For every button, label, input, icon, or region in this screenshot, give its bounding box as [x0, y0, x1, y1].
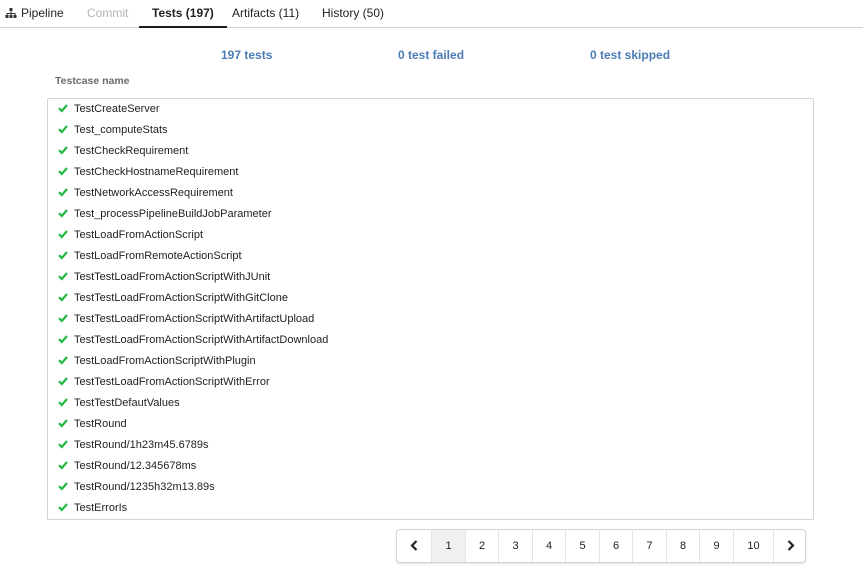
check-icon — [58, 502, 68, 512]
testcase-name: TestCheckRequirement — [74, 145, 189, 157]
check-icon — [58, 376, 68, 386]
total-tests-stat[interactable]: 197 tests — [221, 48, 272, 62]
testcase-row[interactable]: TestNetworkAccessRequirement — [58, 183, 233, 204]
check-icon — [58, 418, 68, 428]
check-icon — [58, 292, 68, 302]
testcase-name: TestTestLoadFromActionScriptWithArtifact… — [74, 313, 315, 325]
page-button-1[interactable]: 1 — [431, 530, 465, 562]
check-icon — [58, 229, 68, 239]
testcase-row[interactable]: TestErrorIs — [58, 498, 127, 519]
sitemap-icon — [5, 2, 17, 28]
testcase-row[interactable]: TestTestLoadFromActionScriptWithError — [58, 372, 270, 393]
tab-pipeline-label: Pipeline — [21, 6, 64, 20]
testcase-row[interactable]: TestLoadFromActionScript — [58, 225, 203, 246]
page-button-4[interactable]: 4 — [532, 530, 565, 562]
check-icon — [58, 397, 68, 407]
testcase-row[interactable]: TestTestLoadFromActionScriptWithGitClone — [58, 288, 288, 309]
prev-page-button[interactable] — [397, 530, 431, 562]
testcase-row[interactable]: TestRound/1235h32m13.89s — [58, 477, 215, 498]
tab-tests[interactable]: Tests (197) — [139, 0, 227, 28]
testcase-row[interactable]: TestRound — [58, 414, 127, 435]
testcase-name: TestErrorIs — [74, 502, 128, 514]
next-page-button[interactable] — [773, 530, 805, 562]
testcase-name: TestCheckHostnameRequirement — [74, 166, 239, 178]
testcase-row[interactable]: TestRound/12.345678ms — [58, 456, 196, 477]
check-icon — [58, 103, 68, 113]
tab-history-label: History (50) — [322, 6, 385, 20]
testcase-name-header: Testcase name — [55, 75, 130, 87]
failed-tests-stat[interactable]: 0 test failed — [398, 48, 464, 62]
testcase-row[interactable]: TestCheckHostnameRequirement — [58, 162, 238, 183]
page-button-2[interactable]: 2 — [465, 530, 498, 562]
tab-commit-label: Commit — [87, 6, 129, 20]
check-icon — [58, 481, 68, 491]
check-icon — [58, 124, 68, 134]
testcase-row[interactable]: TestTestLoadFromActionScriptWithArtifact… — [58, 309, 314, 330]
check-icon — [58, 145, 68, 155]
testcase-name: TestRound/1235h32m13.89s — [74, 481, 215, 493]
tab-bar: Pipeline Commit Tests (197) Artifacts (1… — [0, 0, 863, 28]
check-icon — [58, 439, 68, 449]
check-icon — [58, 271, 68, 281]
chevron-right-icon — [787, 540, 795, 552]
testcase-row[interactable]: TestTestLoadFromActionScriptWithJUnit — [58, 267, 270, 288]
testcase-row[interactable]: TestLoadFromRemoteActionScript — [58, 246, 242, 267]
testcase-name: TestCreateServer — [74, 103, 160, 115]
tab-pipeline[interactable]: Pipeline — [5, 0, 64, 28]
tab-history[interactable]: History (50) — [322, 0, 384, 28]
testcase-row[interactable]: Test_processPipelineBuildJobParameter — [58, 204, 272, 225]
page-button-10[interactable]: 10 — [733, 530, 773, 562]
testcase-row[interactable]: TestCreateServer — [58, 99, 160, 120]
testcase-name: TestRound/1h23m45.6789s — [74, 439, 209, 451]
check-icon — [58, 460, 68, 470]
testcase-list[interactable]: TestCreateServer Test_computeStats TestChe… — [47, 98, 814, 520]
testcase-row[interactable]: TestTestLoadFromActionScriptWithArtifact… — [58, 330, 328, 351]
page-button-9[interactable]: 9 — [699, 530, 733, 562]
testcase-name: Test_computeStats — [74, 124, 168, 136]
page-button-6[interactable]: 6 — [599, 530, 632, 562]
testcase-row[interactable]: TestCheckRequirement — [58, 141, 188, 162]
tab-tests-label: Tests (197) — [152, 6, 214, 20]
pagination: 1 2 3 4 5 6 7 8 9 10 — [396, 529, 806, 563]
testcase-name: TestTestLoadFromActionScriptWithError — [74, 376, 270, 388]
page-button-5[interactable]: 5 — [565, 530, 599, 562]
testcase-name: TestLoadFromActionScriptWithPlugin — [74, 355, 256, 367]
testcase-name: Test_processPipelineBuildJobParameter — [74, 208, 272, 220]
testcase-name: TestTestLoadFromActionScriptWithJUnit — [74, 271, 271, 283]
tab-artifacts-label: Artifacts (11) — [232, 6, 300, 20]
testcase-name: TestRound/12.345678ms — [74, 460, 197, 472]
testcase-name: TestLoadFromRemoteActionScript — [74, 250, 242, 262]
check-icon — [58, 166, 68, 176]
skipped-tests-stat[interactable]: 0 test skipped — [590, 48, 670, 62]
tab-artifacts[interactable]: Artifacts (11) — [232, 0, 299, 28]
check-icon — [58, 334, 68, 344]
testcase-row[interactable]: TestTestDefautValues — [58, 393, 180, 414]
check-icon — [58, 355, 68, 365]
testcase-name: TestTestDefautValues — [74, 397, 180, 409]
page-button-3[interactable]: 3 — [498, 530, 532, 562]
check-icon — [58, 187, 68, 197]
check-icon — [58, 208, 68, 218]
page-button-7[interactable]: 7 — [632, 530, 666, 562]
testcase-name: TestRound — [74, 418, 127, 430]
check-icon — [58, 250, 68, 260]
testcase-row[interactable]: Test_computeStats — [58, 120, 168, 141]
testcase-name: TestNetworkAccessRequirement — [74, 187, 233, 199]
testcase-row[interactable]: TestLoadFromActionScriptWithPlugin — [58, 351, 256, 372]
page-button-8[interactable]: 8 — [666, 530, 699, 562]
check-icon — [58, 313, 68, 323]
testcase-name: TestLoadFromActionScript — [74, 229, 203, 241]
tab-commit[interactable]: Commit — [87, 0, 128, 28]
testcase-row[interactable]: TestRound/1h23m45.6789s — [58, 435, 209, 456]
chevron-left-icon — [410, 540, 418, 552]
testcase-name: TestTestLoadFromActionScriptWithArtifact… — [74, 334, 329, 346]
testcase-name: TestTestLoadFromActionScriptWithGitClone — [74, 292, 288, 304]
